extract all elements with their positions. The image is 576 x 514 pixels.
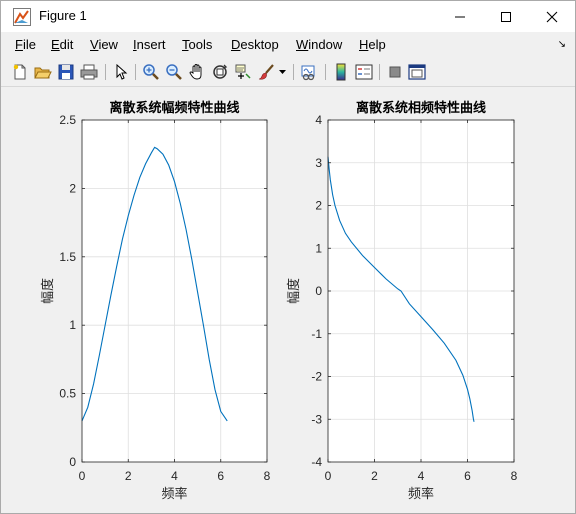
matlab-app-icon: [13, 8, 31, 26]
toolbar-separator: [135, 64, 136, 80]
title-bar: Figure 1: [1, 1, 575, 32]
menu-tools[interactable]: Tools: [182, 37, 212, 52]
y-tick-label: 2: [69, 181, 76, 195]
colorbar-icon[interactable]: [331, 62, 351, 82]
close-icon: [546, 11, 558, 22]
toolbar-separator: [379, 64, 380, 80]
toolbar-separator: [105, 64, 106, 80]
open-folder-icon[interactable]: [33, 62, 53, 82]
x-tick-label: 6: [464, 469, 471, 483]
minimize-icon: [455, 16, 465, 17]
x-tick-label: 8: [511, 469, 518, 483]
menu-view[interactable]: View: [90, 37, 118, 52]
x-tick-label: 2: [371, 469, 378, 483]
y-tick-label: 1: [315, 241, 322, 255]
y-tick-label: -2: [311, 370, 322, 384]
x-tick-label: 2: [125, 469, 132, 483]
y-tick-label: 1.5: [59, 250, 76, 264]
y-tick-label: -1: [311, 327, 322, 341]
legend-icon[interactable]: [354, 62, 374, 82]
chart-title: 离散系统幅频特性曲线: [109, 100, 239, 115]
menu-insert[interactable]: Insert: [133, 37, 166, 52]
brush-dropdown-icon[interactable]: [277, 62, 287, 82]
x-axis-label: 频率: [161, 486, 187, 501]
y-tick-label: 3: [315, 156, 322, 170]
x-tick-label: 8: [264, 469, 271, 483]
new-figure-icon[interactable]: [10, 62, 30, 82]
y-tick-label: -3: [311, 412, 322, 426]
figure-svg: 0 2 4 6 8 0 0.5 1 1.5 2 2.5 离散系统幅频特性曲线 频率 幅度 0 2 4 6 8…: [40, 100, 518, 501]
y-tick-label: -4: [311, 455, 322, 469]
x-tick-label: 0: [79, 469, 86, 483]
dock-arrow-icon[interactable]: ↘: [558, 39, 566, 50]
x-axis-label: 频率: [408, 486, 434, 501]
save-icon[interactable]: [56, 62, 76, 82]
y-axis-label: 幅度: [40, 278, 55, 304]
y-tick-label: 0: [315, 284, 322, 298]
y-tick-label: 4: [315, 113, 322, 127]
zoom-out-icon[interactable]: [164, 62, 184, 82]
window-title: Figure 1: [39, 8, 87, 23]
x-tick-label: 0: [325, 469, 332, 483]
link-plot-icon[interactable]: [299, 62, 319, 82]
show-plot-tools-icon[interactable]: [407, 62, 427, 82]
y-tick-label: 0.5: [59, 387, 76, 401]
close-button[interactable]: [529, 1, 575, 32]
minimize-button[interactable]: [437, 1, 483, 32]
toolbar-separator: [325, 64, 326, 80]
menu-desktop[interactable]: Desktop: [231, 37, 279, 52]
maximize-icon: [501, 11, 511, 22]
menu-edit[interactable]: Edit: [51, 37, 73, 52]
phase-axes[interactable]: 0 2 4 6 8 -4 -3 -2 -1 0 1 2 3 4 离散系统相频特性曲线 频率 幅度: [286, 100, 518, 501]
hide-plot-tools-icon[interactable]: [385, 62, 405, 82]
figure-window: Figure 1 File Edit View Insert Tools Des…: [0, 0, 576, 514]
y-tick-label: 2.5: [59, 113, 76, 127]
figure-canvas: 0 2 4 6 8 0 0.5 1 1.5 2 2.5 离散系统幅频特性曲线 频率 幅度 0 2 4 6 8…: [8, 87, 569, 506]
maximize-button[interactable]: [483, 1, 529, 32]
magnitude-axes[interactable]: 0 2 4 6 8 0 0.5 1 1.5 2 2.5 离散系统幅频特性曲线 频率 幅度: [40, 100, 271, 501]
x-tick-label: 4: [171, 469, 178, 483]
y-axis-label: 幅度: [286, 278, 301, 304]
y-tick-label: 0: [69, 455, 76, 469]
pan-hand-icon[interactable]: [187, 62, 207, 82]
x-tick-label: 4: [418, 469, 425, 483]
data-cursor-icon[interactable]: [233, 62, 253, 82]
figure-toolbar: [1, 58, 575, 87]
zoom-in-icon[interactable]: [141, 62, 161, 82]
menu-file[interactable]: File: [15, 37, 36, 52]
pointer-icon[interactable]: [111, 62, 131, 82]
menu-help[interactable]: Help: [359, 37, 386, 52]
chart-title: 离散系统相频特性曲线: [356, 100, 486, 115]
rotate-3d-icon[interactable]: [210, 62, 230, 82]
y-tick-label: 1: [69, 318, 76, 332]
y-tick-label: 2: [315, 199, 322, 213]
toolbar-separator: [293, 64, 294, 80]
brush-icon[interactable]: [257, 62, 277, 82]
menu-bar: File Edit View Insert Tools Desktop Wind…: [1, 34, 575, 56]
x-tick-label: 6: [217, 469, 224, 483]
menu-window[interactable]: Window: [296, 37, 342, 52]
print-icon[interactable]: [79, 62, 99, 82]
